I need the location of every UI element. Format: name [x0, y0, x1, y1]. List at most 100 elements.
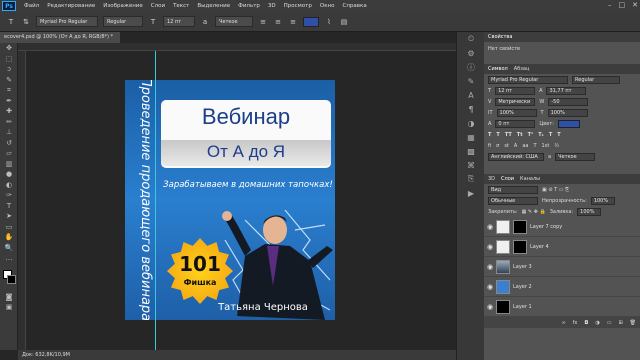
delete-layer-icon[interactable]: 🗑 [630, 320, 636, 326]
new-layer-icon[interactable]: ⊞ [618, 320, 622, 326]
tool-presets-icon[interactable]: ⌘ [457, 158, 485, 172]
visibility-eye-icon[interactable]: ◉ [484, 283, 496, 291]
paragraph-panel-icon[interactable]: ¶ [457, 102, 485, 116]
history-brush-icon[interactable]: ↺ [0, 138, 18, 149]
char-hscale-field[interactable]: 100% [547, 108, 588, 117]
menu-type[interactable]: Текст [169, 3, 193, 9]
brush-tool-icon[interactable]: ✏ [0, 117, 18, 128]
menu-help[interactable]: Справка [338, 3, 370, 9]
ligature-icon[interactable]: fi [488, 143, 491, 149]
strikethrough-icon[interactable]: T [557, 132, 560, 138]
layer-row[interactable]: ◉ Layer 1 [484, 297, 640, 317]
minimize-icon[interactable]: – [608, 1, 612, 9]
shape-tool-icon[interactable]: ▭ [0, 222, 18, 233]
actions-panel-icon[interactable]: ▶ [457, 186, 485, 200]
quick-select-icon[interactable]: ✎ [0, 75, 18, 86]
fraction2-icon[interactable]: ½ [554, 143, 559, 149]
char-vscale-field[interactable]: 100% [496, 108, 537, 117]
new-group-icon[interactable]: ▭ [607, 320, 612, 326]
char-language-field[interactable]: Английский: США [488, 152, 544, 161]
menu-image[interactable]: Изображение [99, 3, 147, 9]
all-caps-icon[interactable]: TT [505, 132, 512, 138]
maximize-icon[interactable]: □ [619, 1, 626, 9]
subscript-icon[interactable]: T₁ [538, 132, 544, 138]
layer-row[interactable]: ◉ Layer 7 copy [484, 217, 640, 237]
ruler-horizontal[interactable] [18, 43, 456, 51]
faux-italic-icon[interactable]: T [496, 132, 499, 138]
character-panel-dock-icon[interactable]: A [457, 88, 485, 102]
layer-row[interactable]: ◉ Layer 4 [484, 237, 640, 257]
menu-filter[interactable]: Фильтр [234, 3, 264, 9]
font-family-dropdown[interactable]: Myriad Pro Regular [36, 16, 98, 27]
link-layers-icon[interactable]: ∞ [561, 320, 565, 326]
ruler-vertical[interactable] [18, 51, 26, 350]
properties-panel-icon[interactable]: ⚙ [457, 46, 485, 60]
blur-tool-icon[interactable]: ● [0, 169, 18, 180]
adjustments-panel-icon[interactable]: ◑ [457, 116, 485, 130]
char-color-swatch[interactable] [557, 119, 580, 128]
char-kerning-field[interactable]: Метрически [495, 97, 536, 106]
tab-character[interactable]: Символ [488, 66, 508, 72]
tab-3d[interactable]: 3D [488, 176, 495, 182]
faux-bold-icon[interactable]: T [488, 132, 491, 138]
align-right-icon[interactable]: ≡ [288, 17, 298, 27]
char-baseline-field[interactable]: 0 пт [495, 119, 536, 128]
stamp-tool-icon[interactable]: ⊥ [0, 127, 18, 138]
move-tool-icon[interactable]: ✥ [0, 43, 18, 54]
quick-mask-icon[interactable]: ◙ [0, 292, 18, 303]
visibility-eye-icon[interactable]: ◉ [484, 303, 496, 311]
tab-properties[interactable]: Свойства [488, 34, 512, 40]
swash-icon[interactable]: A [514, 143, 517, 149]
brush-panel-icon[interactable]: ✎ [457, 74, 485, 88]
background-color[interactable] [7, 274, 16, 284]
zoom-tool-icon[interactable]: 🔍 [0, 243, 18, 254]
eyedropper-tool-icon[interactable]: ✒ [0, 96, 18, 107]
fill-field[interactable]: 100% [577, 207, 602, 216]
menu-layers[interactable]: Слои [147, 3, 169, 9]
char-style-field[interactable]: Regular [572, 75, 620, 84]
guide-line[interactable] [155, 51, 156, 350]
fraction-icon[interactable]: 1st [542, 143, 550, 149]
lasso-tool-icon[interactable]: ↄ [0, 64, 18, 75]
layer-row[interactable]: ◉ Layer 3 [484, 257, 640, 277]
menu-window[interactable]: Окно [316, 3, 339, 9]
close-icon[interactable]: ✕ [632, 1, 638, 9]
blend-mode-dropdown[interactable]: Обычные [488, 196, 538, 205]
superscript-icon[interactable]: T¹ [528, 132, 534, 138]
orientation-icon[interactable]: ⇅ [21, 17, 31, 27]
marquee-tool-icon[interactable]: ⬚ [0, 54, 18, 65]
edit-toolbar-icon[interactable]: … [0, 253, 18, 264]
text-color-swatch[interactable] [303, 16, 319, 27]
visibility-eye-icon[interactable]: ◉ [484, 263, 496, 271]
layer-kind-filter[interactable]: Вид [488, 185, 538, 194]
antialias-dropdown[interactable]: Четкое [215, 16, 253, 27]
opacity-field[interactable]: 100% [590, 196, 615, 205]
visibility-eye-icon[interactable]: ◉ [484, 223, 496, 231]
char-font-field[interactable]: Myriad Pro Regular [488, 75, 568, 84]
document-tab[interactable]: ecover4.psd @ 100% (От А до Я, RGB/8*) * [0, 32, 120, 43]
layer-row[interactable]: ◉ Layer 2 [484, 277, 640, 297]
dodge-tool-icon[interactable]: ◐ [0, 180, 18, 191]
layer-style-icon[interactable]: fx [573, 320, 578, 326]
char-size-field[interactable]: 12 пт [495, 86, 536, 95]
color-swatches[interactable] [0, 268, 17, 292]
swatches-panel-icon[interactable]: ▩ [457, 144, 485, 158]
menu-edit[interactable]: Редактирование [43, 3, 99, 9]
tab-paragraph[interactable]: Абзац [514, 66, 530, 72]
menu-file[interactable]: Файл [20, 3, 43, 9]
font-size-dropdown[interactable]: 12 пт [163, 16, 195, 27]
history-panel-icon[interactable]: ⏲ [457, 32, 485, 46]
adjustment-layer-icon[interactable]: ◑ [595, 320, 599, 326]
menu-view[interactable]: Просмотр [280, 3, 316, 9]
character-panel-icon[interactable]: ▤ [339, 17, 349, 27]
menu-select[interactable]: Выделение [193, 3, 234, 9]
info-panel-icon[interactable]: ⓘ [457, 60, 485, 74]
char-leading-field[interactable]: 31,77 пт [546, 86, 587, 95]
warp-text-icon[interactable]: ⌇ [324, 17, 334, 27]
add-mask-icon[interactable]: ◘ [584, 320, 588, 326]
titling-icon[interactable]: aa [522, 143, 528, 149]
path-select-icon[interactable]: ➤ [0, 211, 18, 222]
pen-tool-icon[interactable]: ✑ [0, 190, 18, 201]
align-center-icon[interactable]: ≡ [273, 17, 283, 27]
small-caps-icon[interactable]: Tt [517, 132, 523, 138]
